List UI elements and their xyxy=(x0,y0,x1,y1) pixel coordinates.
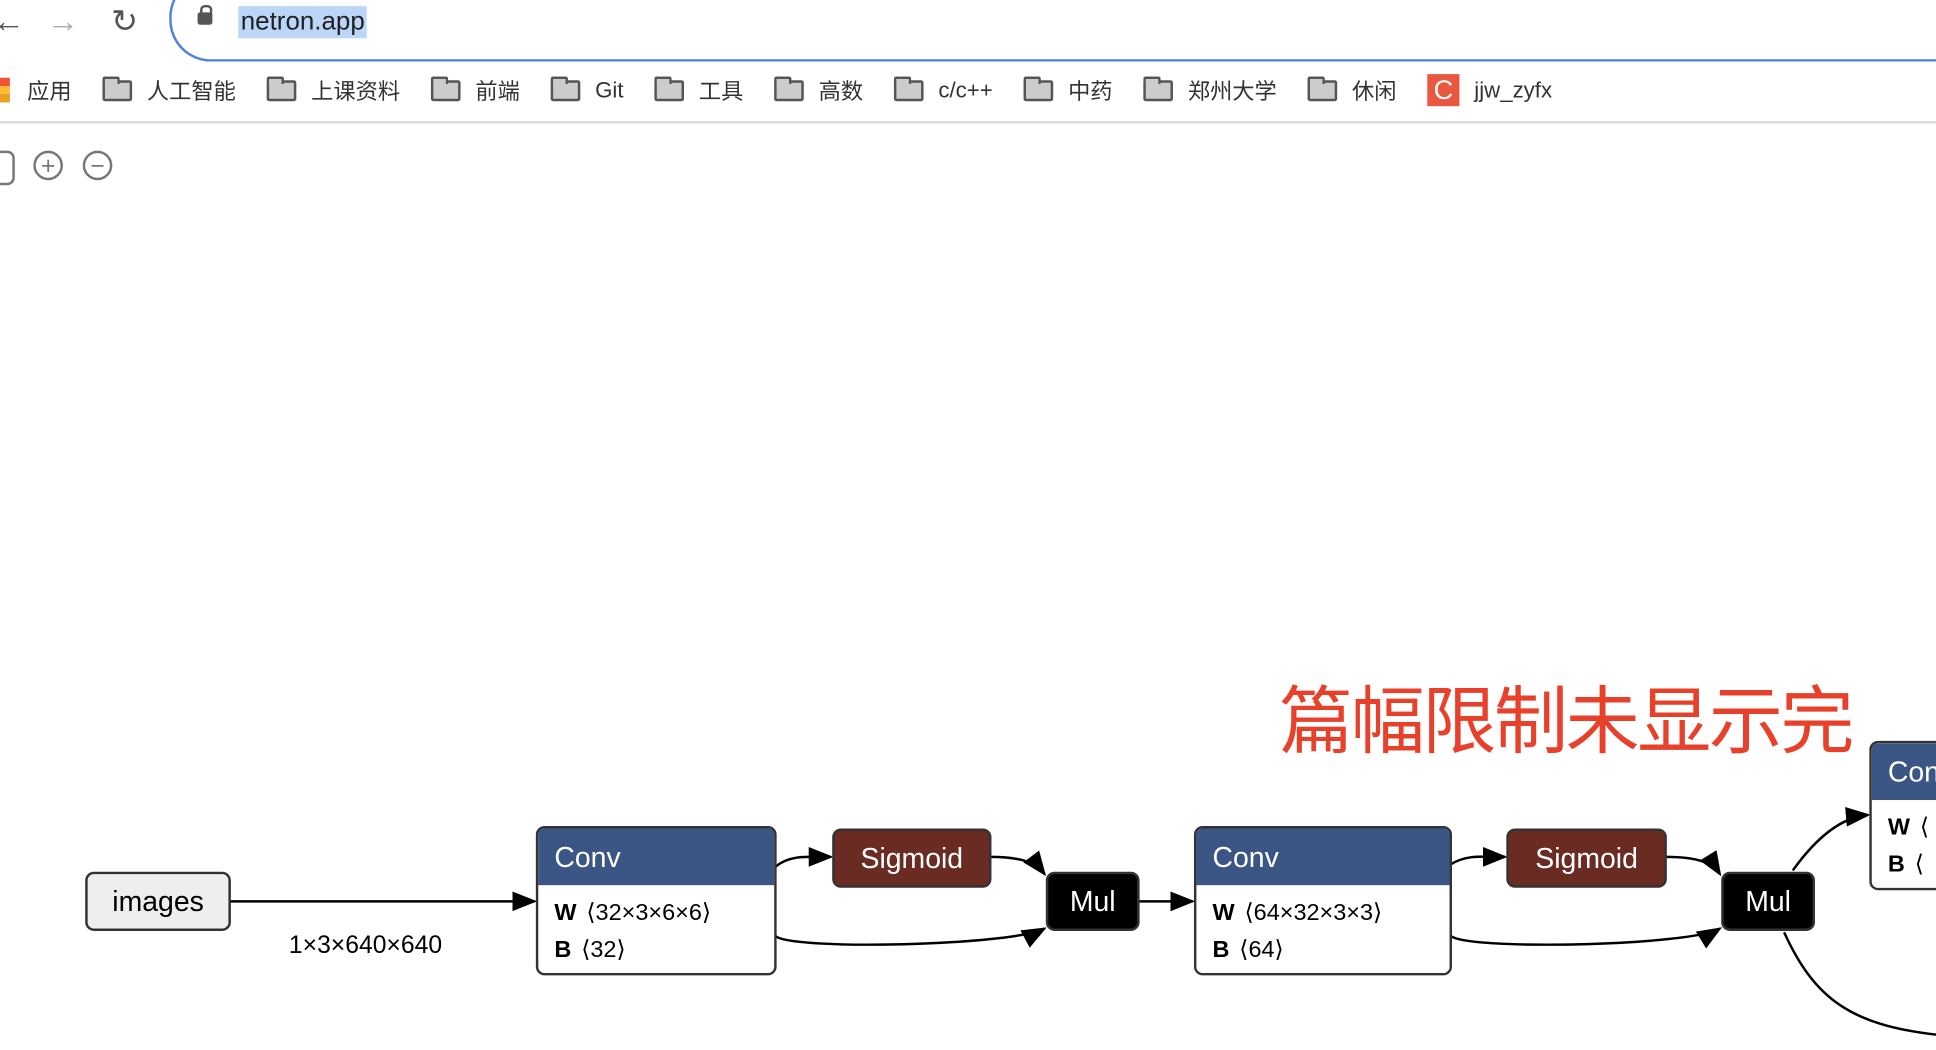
node-attributes: W ⟨32×3×6×6⟩ B ⟨32⟩ xyxy=(538,885,775,973)
edge xyxy=(1791,807,1871,872)
node-label: Sigmoid xyxy=(860,842,964,875)
edge xyxy=(1665,850,1722,877)
sigmoid-node[interactable]: Sigmoid xyxy=(1506,828,1667,888)
edge xyxy=(1450,927,1723,949)
node-title: Conv xyxy=(1196,828,1450,886)
weight-shape: ⟨ xyxy=(1919,814,1930,841)
edge xyxy=(774,927,1047,948)
mul-node[interactable]: Mul xyxy=(1721,871,1816,931)
node-attributes: W ⟨ B ⟨ xyxy=(1871,800,1936,888)
edge xyxy=(1450,847,1508,867)
node-title: Conv xyxy=(1871,743,1936,801)
node-label: Mul xyxy=(1069,885,1116,918)
node-label: Mul xyxy=(1745,885,1791,918)
bias-shape: ⟨ xyxy=(1914,851,1924,878)
node-label: images xyxy=(112,885,204,918)
node-label: Sigmoid xyxy=(1535,842,1638,875)
conv-node[interactable]: Conv W ⟨64×32×3×3⟩ B ⟨64⟩ xyxy=(1193,826,1453,976)
edge xyxy=(1783,931,1936,1036)
edge xyxy=(990,850,1047,877)
graph-edges xyxy=(229,807,1936,1036)
edge xyxy=(774,847,834,868)
weight-shape: ⟨32×3×6×6⟩ xyxy=(586,900,712,927)
mul-node[interactable]: Mul xyxy=(1045,871,1140,931)
weight-shape: ⟨64×32×3×3⟩ xyxy=(1244,900,1383,927)
node-attributes: W ⟨64×32×3×3⟩ B ⟨64⟩ xyxy=(1196,885,1450,973)
bias-shape: ⟨64⟩ xyxy=(1239,937,1284,964)
input-node-images[interactable]: images xyxy=(85,871,231,931)
edge-shape-label: 1×3×640×640 xyxy=(288,932,443,960)
bias-shape: ⟨32⟩ xyxy=(581,937,626,964)
conv-node-partial[interactable]: Conv W⟨B⟨ xyxy=(1869,740,1936,891)
sigmoid-node[interactable]: Sigmoid xyxy=(832,828,992,888)
conv-node[interactable]: Conv W ⟨32×3×6×6⟩ B ⟨32⟩ xyxy=(535,826,777,976)
node-title: Conv xyxy=(538,828,775,886)
